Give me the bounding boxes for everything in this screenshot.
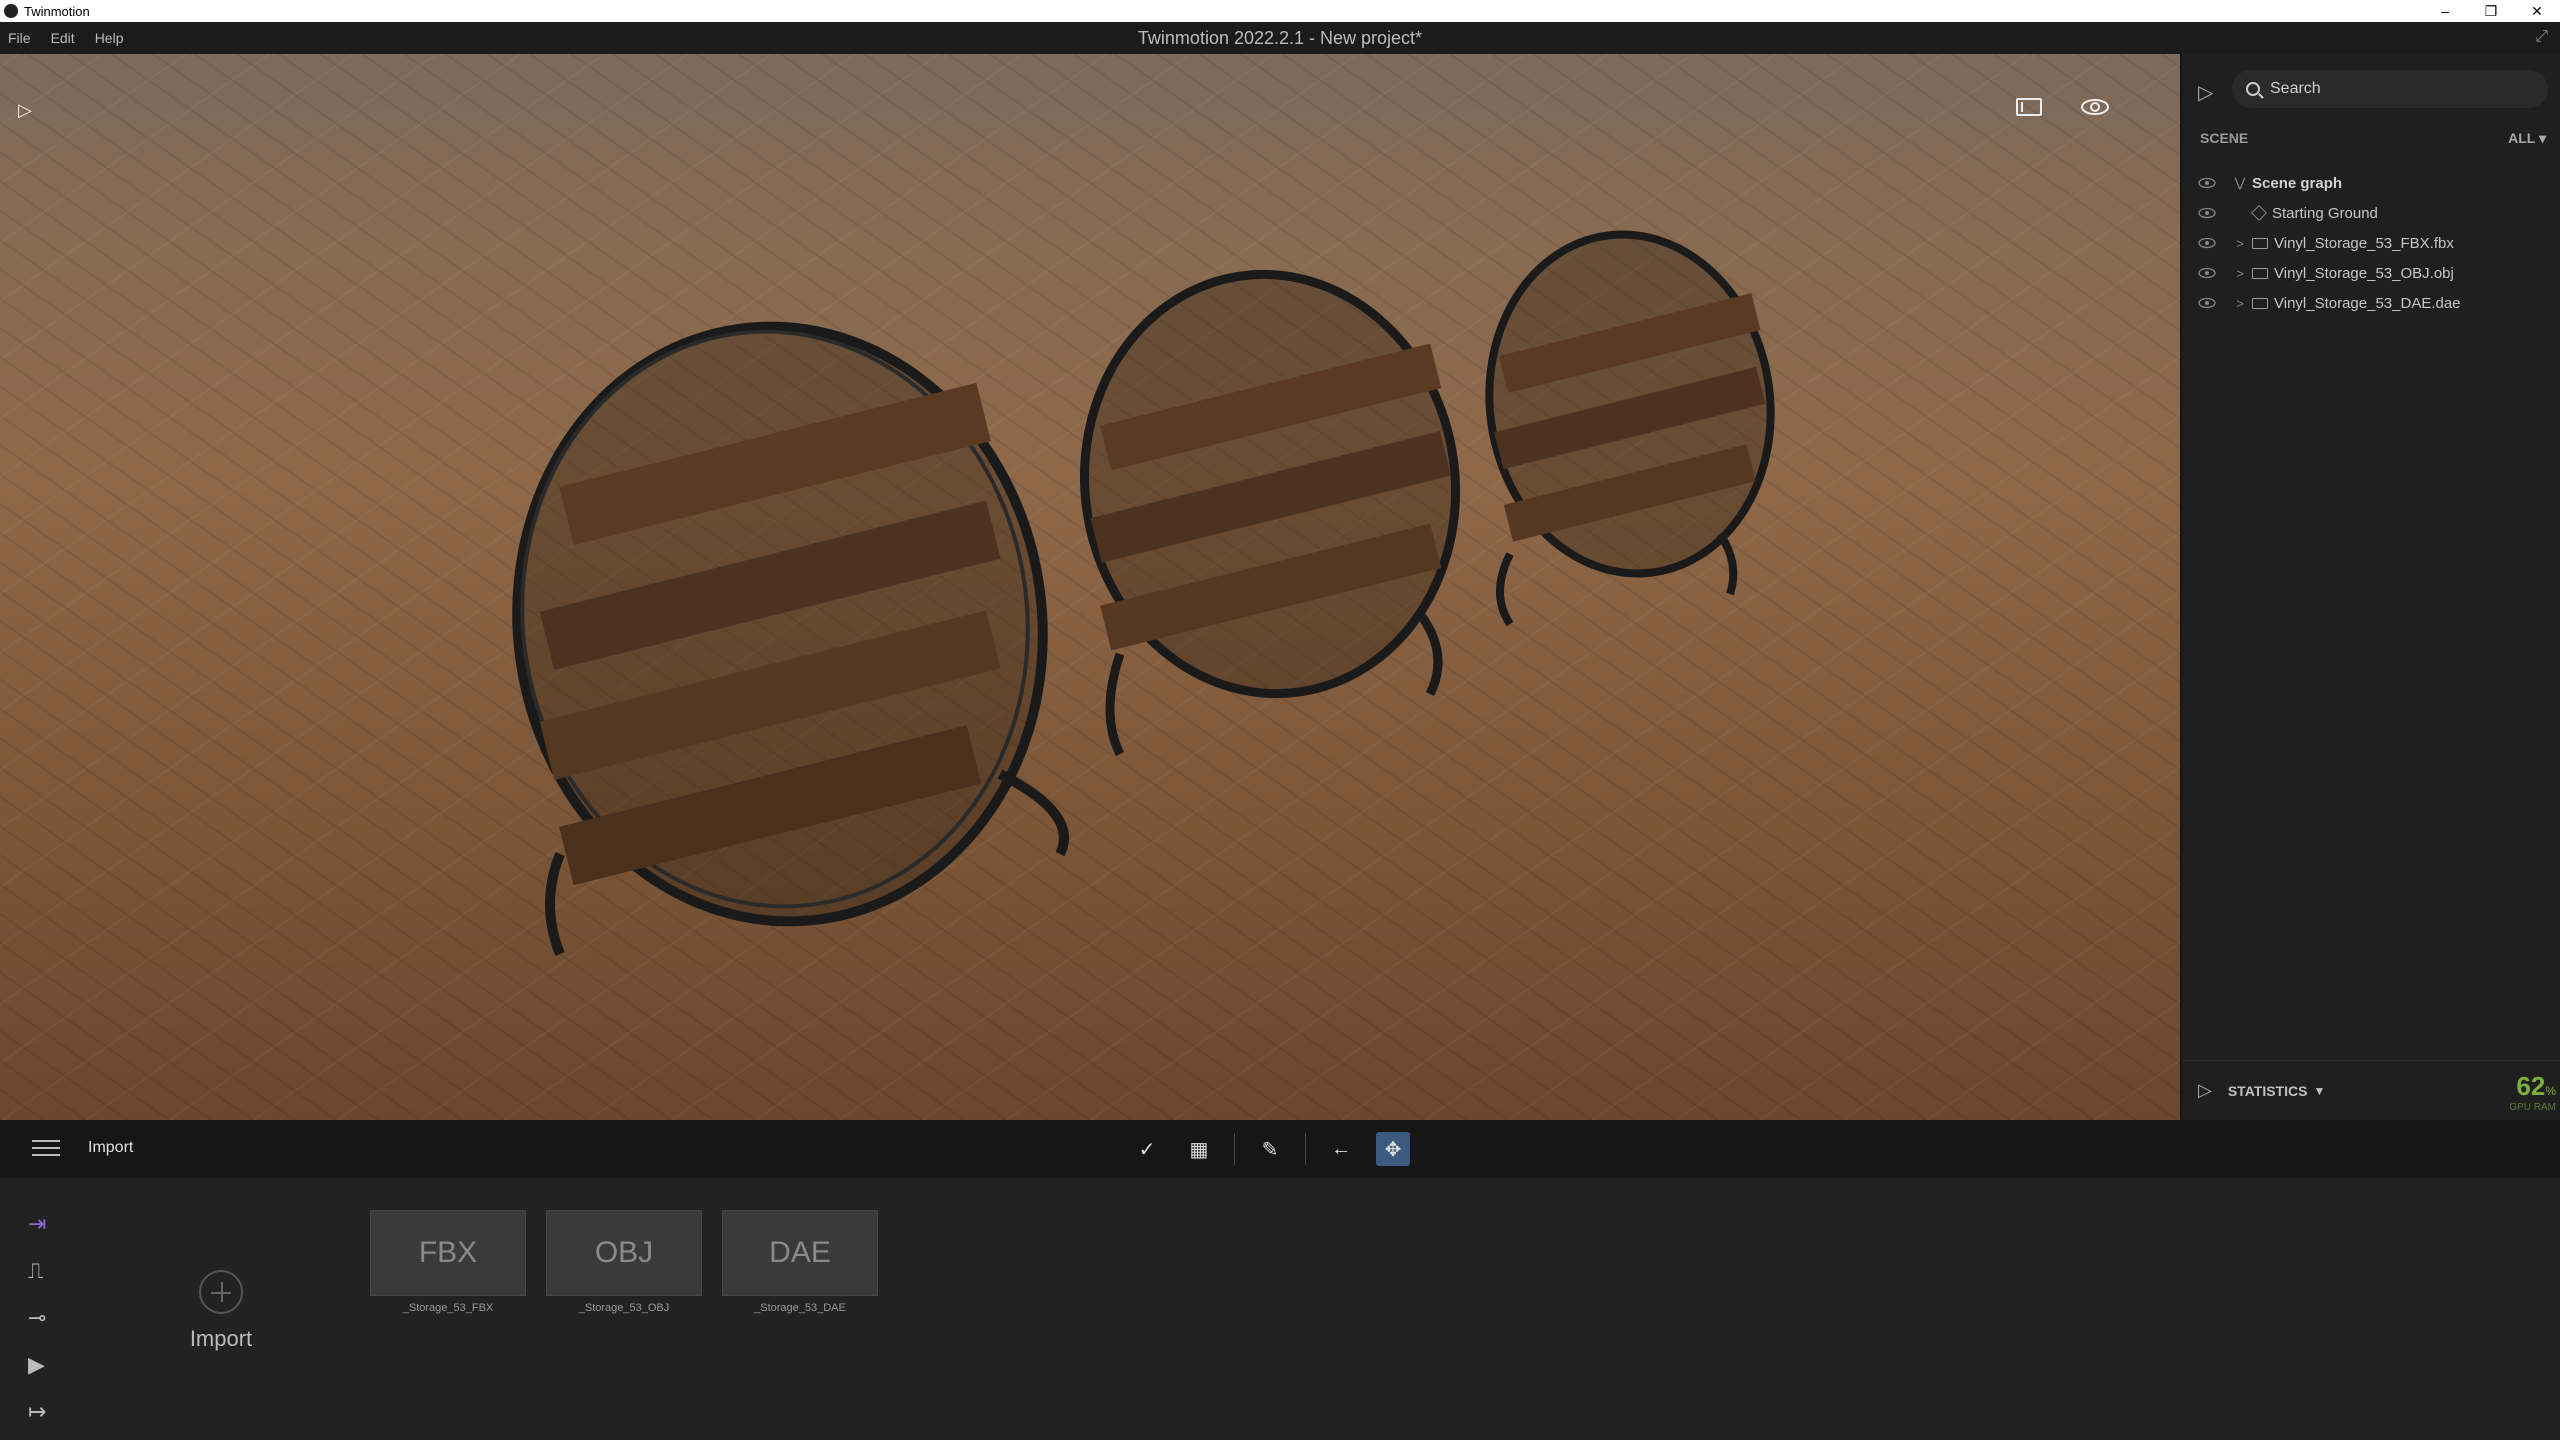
asset-card[interactable]: FBX _Storage_53_FBX [370, 1210, 526, 1314]
frame-icon[interactable] [2016, 98, 2042, 116]
toolbar-divider [1234, 1133, 1235, 1165]
menu-edit[interactable]: Edit [41, 30, 85, 46]
chevron-right-icon[interactable]: > [2232, 236, 2248, 251]
picker-tool-icon[interactable]: ✎ [1253, 1132, 1287, 1166]
move-tool-icon[interactable]: ✥ [1376, 1132, 1410, 1166]
scene-tree-row[interactable]: ⋁ Scene graph [2198, 168, 2548, 198]
restore-button[interactable]: ❐ [2468, 0, 2514, 22]
search-input[interactable]: Search [2232, 70, 2548, 108]
scene-tree-row[interactable]: > Vinyl_Storage_53_FBX.fbx [2198, 228, 2548, 258]
import-panel: ⇥ ⎍ ⊸ ▶ ↦ Import FBX _Storage_53_FBX OBJ _Stora… [0, 1178, 2560, 1440]
panel-play-icon[interactable]: ▷ [2198, 80, 2213, 105]
fullscreen-icon[interactable]: ⤢ [2535, 28, 2548, 46]
vinyl-rack-left [512, 321, 1069, 956]
mode-sidebar: ⇥ ⎍ ⊸ ▶ ↦ [28, 1200, 68, 1435]
vinyl-rack-right [1485, 230, 1775, 627]
scene-tree-row[interactable]: > Vinyl_Storage_53_DAE.dae [2198, 288, 2548, 318]
gpu-ram-indicator: 62% GPU RAM [2509, 1071, 2556, 1113]
asset-name: _Storage_53_FBX [402, 1302, 494, 1314]
gpu-ram-value: 62 [2516, 1071, 2546, 1101]
scene-filter-dropdown[interactable]: ALL ▾ [2508, 130, 2546, 147]
vinyl-storage-racks [512, 230, 1775, 956]
media-mode-icon[interactable]: ▶ [28, 1341, 68, 1388]
window-app-name: Twinmotion [24, 3, 90, 19]
export-mode-icon[interactable]: ↦ [28, 1388, 68, 1435]
scene-tree-label: Scene graph [2252, 174, 2343, 192]
scene-tree-row[interactable]: > Vinyl_Storage_53_OBJ.obj [2198, 258, 2548, 288]
gpu-ram-unit: % [2545, 1084, 2556, 1098]
scene-panel: ▷ Search SCENE ALL ▾ ⋁ Scene graph Startin… [2180, 54, 2560, 1120]
chevron-right-icon[interactable]: > [2232, 266, 2248, 281]
twinmotion-logo-icon [4, 4, 18, 18]
scene-tree-label: Vinyl_Storage_53_FBX.fbx [2274, 234, 2454, 252]
visibility-eye-icon[interactable] [2198, 297, 2216, 309]
3d-viewport[interactable]: ▷ [0, 54, 2180, 1120]
search-placeholder: Search [2270, 80, 2321, 97]
add-icon [199, 1270, 243, 1314]
asset-name: _Storage_53_OBJ [578, 1302, 670, 1314]
chevron-down-icon[interactable]: ⋁ [2232, 175, 2248, 191]
window-controls: – ❐ ✕ [2422, 0, 2560, 22]
folder-icon [2252, 237, 2268, 249]
folder-icon [2252, 267, 2268, 279]
scene-tree-row[interactable]: Starting Ground [2198, 198, 2548, 228]
ground-icon [2251, 205, 2267, 221]
chevron-right-icon[interactable]: > [2232, 296, 2248, 311]
folder-icon [2252, 297, 2268, 309]
import-mode-icon[interactable]: ⇥ [28, 1200, 68, 1247]
scene-header: SCENE ALL ▾ [2200, 130, 2546, 147]
scene-tree-label: Starting Ground [2272, 204, 2378, 222]
bottom-toolbar: Import ✓ ▦ ✎ ← ✥ [0, 1120, 2560, 1178]
vinyl-rack-middle [1079, 269, 1461, 757]
asset-card[interactable]: DAE _Storage_53_DAE [722, 1210, 878, 1314]
visibility-eye-icon[interactable] [2198, 237, 2216, 249]
chevron-down-icon[interactable]: ▼ [2313, 1084, 2325, 1098]
scene-tree: ⋁ Scene graph Starting Ground > Vinyl_Storag… [2198, 168, 2548, 318]
gpu-ram-label: GPU RAM [2509, 1102, 2556, 1113]
search-icon [2246, 82, 2260, 96]
asset-thumbnail: FBX [370, 1210, 526, 1296]
statistics-play-icon[interactable]: ▷ [2198, 1080, 2212, 1101]
asset-name: _Storage_53_DAE [754, 1302, 846, 1314]
menu-file[interactable]: File [0, 30, 41, 46]
tool-group: ✓ ▦ ✎ ← ✥ [1130, 1132, 1410, 1166]
os-title-bar: Twinmotion – ❐ ✕ [0, 0, 2560, 22]
asset-card[interactable]: OBJ _Storage_53_OBJ [546, 1210, 702, 1314]
scene-tree-label: Vinyl_Storage_53_OBJ.obj [2274, 264, 2454, 282]
toolbar-divider [1305, 1133, 1306, 1165]
visibility-eye-icon[interactable] [2198, 177, 2216, 189]
back-tool-icon[interactable]: ← [1324, 1132, 1358, 1166]
context-mode-icon[interactable]: ⎍ [28, 1247, 68, 1294]
import-button[interactable]: Import [188, 1270, 254, 1352]
import-label: Import [189, 1326, 253, 1351]
eye-icon[interactable] [2080, 96, 2110, 118]
visibility-eye-icon[interactable] [2198, 267, 2216, 279]
play-icon[interactable]: ▷ [18, 100, 32, 121]
scene-tree-label: Vinyl_Storage_53_DAE.dae [2274, 294, 2461, 312]
menu-bar: File Edit Help Twinmotion 2022.2.1 - New… [0, 22, 2560, 54]
asset-thumbnail: OBJ [546, 1210, 702, 1296]
project-title: Twinmotion 2022.2.1 - New project* [1137, 27, 1423, 48]
statistics-label[interactable]: STATISTICS [2228, 1083, 2308, 1099]
menu-help[interactable]: Help [85, 30, 134, 46]
asset-thumbnail: DAE [722, 1210, 878, 1296]
minimize-button[interactable]: – [2422, 0, 2468, 22]
section-title: Import [88, 1139, 134, 1156]
grid-tool-icon[interactable]: ▦ [1182, 1132, 1216, 1166]
configure-mode-icon[interactable]: ⊸ [28, 1294, 68, 1341]
scene-title: SCENE [2200, 130, 2249, 146]
close-button[interactable]: ✕ [2514, 0, 2560, 22]
menu-icon[interactable] [32, 1140, 60, 1158]
statistics-bar: ▷ STATISTICS ▼ 62% GPU RAM [2182, 1060, 2560, 1120]
visibility-eye-icon[interactable] [2198, 207, 2216, 219]
imported-assets: FBX _Storage_53_FBX OBJ _Storage_53_OBJ DAE _… [370, 1210, 878, 1314]
check-tool-icon[interactable]: ✓ [1130, 1132, 1164, 1166]
